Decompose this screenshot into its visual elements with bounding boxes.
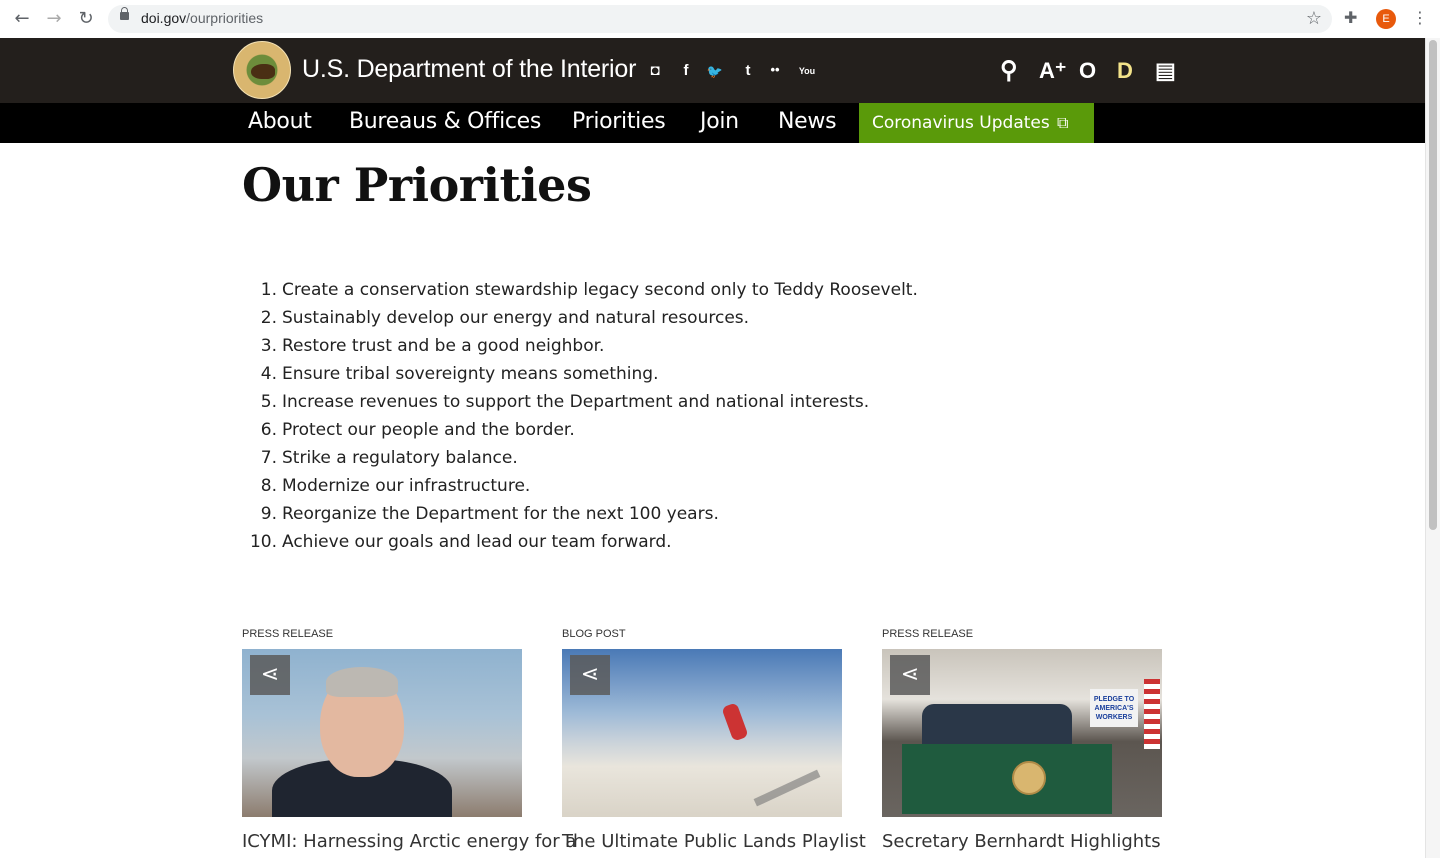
- list-item: 9. Reorganize the Department for the next…: [260, 504, 719, 524]
- news-card: Press Release PLEDGE TO AMERICA'S WORKER…: [882, 628, 1162, 852]
- flickr-icon[interactable]: ••: [766, 62, 784, 77]
- url-text[interactable]: doi.gov/ourpriorities: [141, 10, 263, 26]
- share-icon[interactable]: ⋖: [890, 655, 930, 695]
- card-image[interactable]: ⋖: [562, 649, 842, 817]
- news-card: Press Release ⋖ ICYMI: Harnessing Arctic…: [242, 628, 576, 852]
- doi-seal-logo[interactable]: [233, 41, 291, 99]
- site-header: U.S. Department of the Interior ◘ f 🐦 t …: [0, 38, 1425, 103]
- twitter-icon[interactable]: 🐦: [706, 64, 724, 80]
- external-link-icon: ⧉: [1057, 113, 1069, 132]
- forward-icon[interactable]: →: [43, 9, 65, 29]
- coronavirus-updates-label: Coronavirus Updates: [872, 113, 1050, 133]
- card-headline[interactable]: Secretary Bernhardt Highlights: [882, 831, 1162, 852]
- card-image[interactable]: ⋖: [242, 649, 522, 817]
- reader-icon[interactable]: ▤: [1155, 58, 1176, 84]
- list-item: 8. Modernize our infrastructure.: [260, 476, 531, 496]
- address-bar[interactable]: doi.gov/ourpriorities ☆: [108, 5, 1332, 33]
- search-icon[interactable]: ⚲: [1000, 56, 1018, 85]
- url-host: doi.gov: [141, 10, 187, 26]
- list-item: 10. Achieve our goals and lead our team f…: [249, 532, 672, 552]
- nav-coronavirus-updates[interactable]: Coronavirus Updates ⧉: [859, 103, 1094, 143]
- star-icon[interactable]: ☆: [1306, 8, 1322, 29]
- nav-about[interactable]: About: [248, 109, 312, 134]
- nav-join[interactable]: Join: [700, 109, 739, 134]
- font-size-icon[interactable]: A⁺: [1039, 58, 1067, 84]
- nav-bureaus-offices[interactable]: Bureaus & Offices: [349, 109, 541, 134]
- main-nav: About Bureaus & Offices Priorities Join …: [0, 103, 1425, 143]
- share-icon[interactable]: ⋖: [250, 655, 290, 695]
- list-item: 6. Protect our people and the border.: [260, 420, 575, 440]
- list-item: 4. Ensure tribal sovereignty means someth…: [260, 364, 659, 384]
- nav-news[interactable]: News: [778, 109, 837, 134]
- browser-toolbar: ← → ↻ doi.gov/ourpriorities ☆ ✚ E ⋮: [0, 0, 1440, 39]
- more-vertical-icon[interactable]: ⋮: [1412, 8, 1428, 27]
- card-image[interactable]: PLEDGE TO AMERICA'S WORKERS ⋖: [882, 649, 1162, 817]
- card-type: Press Release: [882, 628, 974, 640]
- url-path: /ourpriorities: [186, 10, 264, 26]
- share-icon[interactable]: ⋖: [570, 655, 610, 695]
- site-title[interactable]: U.S. Department of the Interior: [302, 55, 636, 84]
- card-type: Blog Post: [562, 628, 626, 640]
- list-item: 7. Strike a regulatory balance.: [260, 448, 518, 468]
- priorities-list: 1. Create a conservation stewardship lega…: [242, 276, 918, 556]
- news-card: Blog Post ⋖ The Ultimate Public Lands Pl…: [562, 628, 866, 852]
- list-item: 2. Sustainably develop our energy and nat…: [260, 308, 750, 328]
- card-headline[interactable]: The Ultimate Public Lands Playlist: [562, 831, 866, 852]
- contrast-icon[interactable]: O: [1079, 58, 1096, 84]
- tumblr-icon[interactable]: t: [739, 62, 757, 79]
- profile-avatar[interactable]: E: [1376, 9, 1396, 29]
- list-item: 5. Increase revenues to support the Depar…: [260, 392, 870, 412]
- facebook-icon[interactable]: f: [677, 62, 695, 79]
- youtube-icon[interactable]: You: [797, 66, 817, 76]
- list-item: 3. Restore trust and be a good neighbor.: [260, 336, 605, 356]
- pledge-sign: PLEDGE TO AMERICA'S WORKERS: [1090, 689, 1138, 727]
- dyslexic-font-icon[interactable]: D: [1117, 58, 1133, 84]
- lock-icon: [120, 7, 129, 20]
- back-icon[interactable]: ←: [11, 9, 33, 29]
- nav-priorities[interactable]: Priorities: [572, 109, 666, 134]
- reload-icon[interactable]: ↻: [75, 9, 97, 29]
- puzzle-icon[interactable]: ✚: [1344, 8, 1357, 27]
- page-title: Our Priorities: [242, 158, 592, 212]
- card-headline[interactable]: ICYMI: Harnessing Arctic energy for a: [242, 831, 576, 852]
- instagram-icon[interactable]: ◘: [646, 62, 664, 79]
- card-type: Press Release: [242, 628, 334, 640]
- list-item: 1. Create a conservation stewardship lega…: [260, 280, 918, 300]
- page-scrollbar-thumb[interactable]: [1429, 40, 1437, 530]
